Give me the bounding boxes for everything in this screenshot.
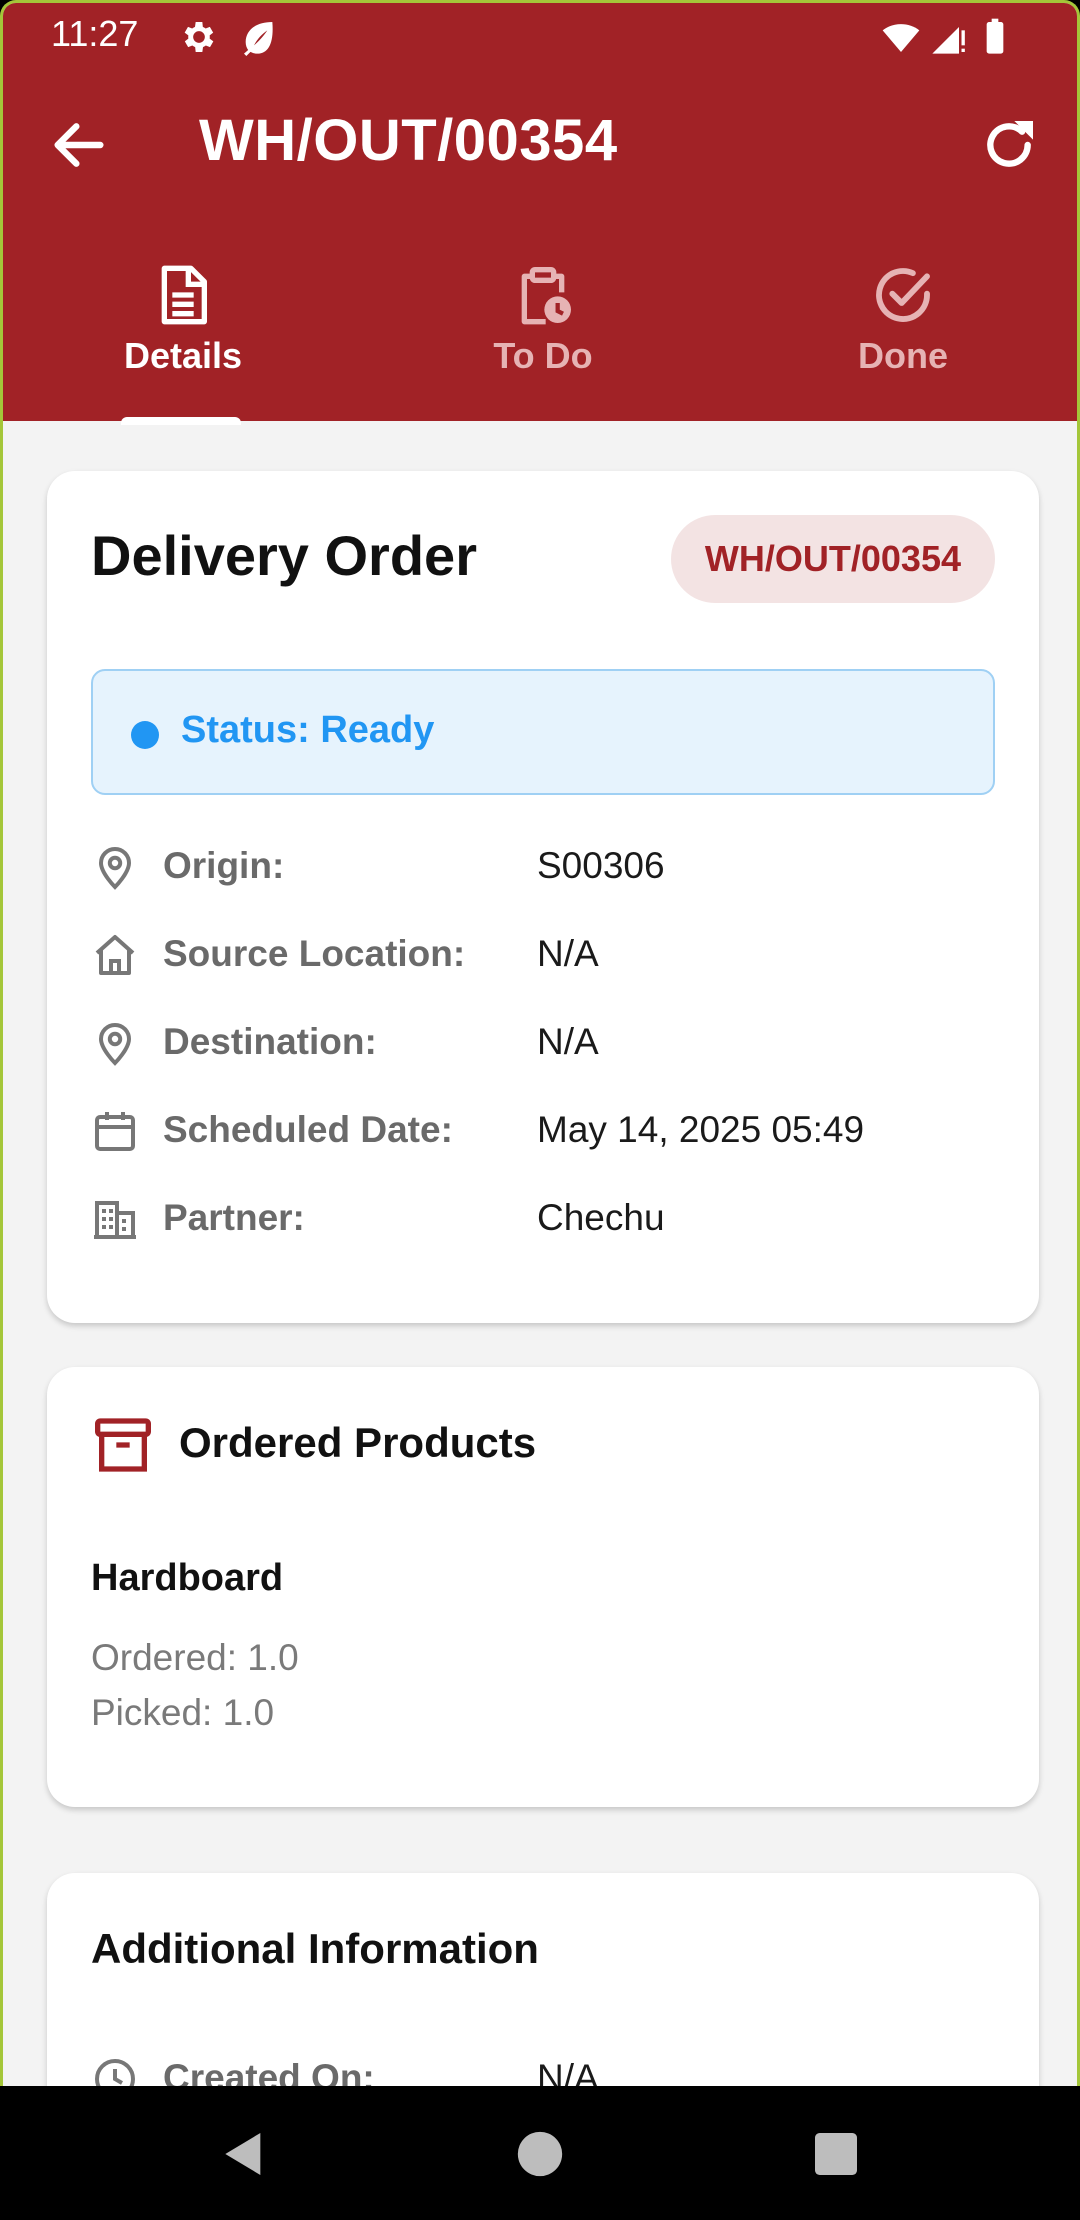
field-value: N/A bbox=[537, 933, 599, 974]
product-picked: Picked: 1.0 bbox=[91, 1692, 275, 1733]
check-circle-icon bbox=[876, 268, 930, 322]
field-value: Chechu bbox=[537, 1197, 665, 1238]
tab-label: Details bbox=[123, 335, 243, 376]
field-value: S00306 bbox=[537, 845, 665, 886]
battery-icon bbox=[986, 18, 1004, 54]
location-pin-icon bbox=[98, 1023, 132, 1066]
card-title: Delivery Order bbox=[91, 524, 477, 587]
ordered-products-card: Ordered Products Hardboard Ordered: 1.0 … bbox=[47, 1367, 1039, 1807]
building-icon bbox=[94, 1201, 136, 1239]
reference-badge: WH/OUT/00354 bbox=[670, 515, 995, 603]
signal-icon bbox=[932, 27, 965, 54]
nav-recents-icon[interactable] bbox=[808, 2126, 864, 2182]
archive-box-icon bbox=[95, 1418, 151, 1472]
leaf-icon bbox=[244, 22, 273, 56]
nav-home-icon[interactable] bbox=[512, 2126, 568, 2182]
tab-label: Done bbox=[858, 335, 948, 376]
app-bar: 11:27 WH/OUT/00354 Details To Do Done bbox=[3, 3, 1077, 425]
additional-info-card: Additional Information Created On: N/A bbox=[47, 1873, 1039, 2086]
status-dot-icon bbox=[131, 721, 159, 749]
home-icon bbox=[95, 935, 135, 975]
calendar-icon bbox=[95, 1112, 135, 1151]
status-box: Status: Ready bbox=[91, 669, 995, 795]
field-label: Partner: bbox=[163, 1197, 305, 1238]
field-label: Scheduled Date: bbox=[163, 1109, 453, 1150]
field-origin: Origin: S00306 bbox=[91, 837, 995, 897]
field-scheduled-date: Scheduled Date: May 14, 2025 05:49 bbox=[91, 1101, 995, 1161]
settings-icon bbox=[184, 22, 214, 52]
field-destination: Destination: N/A bbox=[91, 1013, 995, 1073]
delivery-order-card: Delivery Order WH/OUT/00354 Status: Read… bbox=[47, 471, 1039, 1323]
field-source-location: Source Location: N/A bbox=[91, 925, 995, 985]
toolbar: WH/OUT/00354 bbox=[3, 69, 1077, 219]
field-value: N/A bbox=[537, 1021, 599, 1062]
system-nav-bar bbox=[0, 2086, 1080, 2220]
tab-details[interactable]: Details bbox=[3, 253, 363, 421]
field-label: Source Location: bbox=[163, 933, 466, 974]
tab-label: To Do bbox=[493, 335, 593, 376]
field-value: N/A bbox=[537, 2057, 599, 2086]
document-icon bbox=[161, 265, 207, 325]
refresh-icon[interactable] bbox=[977, 113, 1041, 177]
tab-indicator bbox=[121, 417, 241, 425]
product-name: Hardboard bbox=[91, 1557, 284, 1599]
page-title: WH/OUT/00354 bbox=[199, 108, 618, 173]
tab-to-do[interactable]: To Do bbox=[363, 253, 723, 421]
product-ordered: Ordered: 1.0 bbox=[91, 1637, 299, 1678]
app-screen: 11:27 WH/OUT/00354 Details To Do Done De… bbox=[0, 0, 1080, 2086]
status-text: Status: Ready bbox=[181, 709, 435, 751]
field-label: Destination: bbox=[163, 1021, 377, 1062]
status-time: 11:27 bbox=[51, 13, 139, 54]
nav-back-icon[interactable] bbox=[216, 2126, 272, 2182]
field-label: Origin: bbox=[163, 845, 285, 886]
wifi-icon bbox=[882, 24, 920, 52]
field-label: Created On: bbox=[163, 2057, 375, 2086]
clipboard-clock-icon bbox=[521, 267, 571, 325]
clock-icon bbox=[95, 2059, 135, 2086]
field-partner: Partner: Chechu bbox=[91, 1189, 995, 1249]
tab-bar: Details To Do Done bbox=[3, 253, 1077, 425]
field-created-on: Created On: N/A bbox=[91, 2049, 995, 2086]
location-pin-icon bbox=[98, 847, 132, 890]
section-title: Ordered Products bbox=[179, 1419, 537, 1466]
back-arrow-icon[interactable] bbox=[47, 113, 111, 177]
tab-done[interactable]: Done bbox=[723, 253, 1077, 421]
section-title: Additional Information bbox=[91, 1925, 539, 1972]
status-bar: 11:27 bbox=[3, 3, 1077, 69]
field-value: May 14, 2025 05:49 bbox=[537, 1109, 865, 1150]
